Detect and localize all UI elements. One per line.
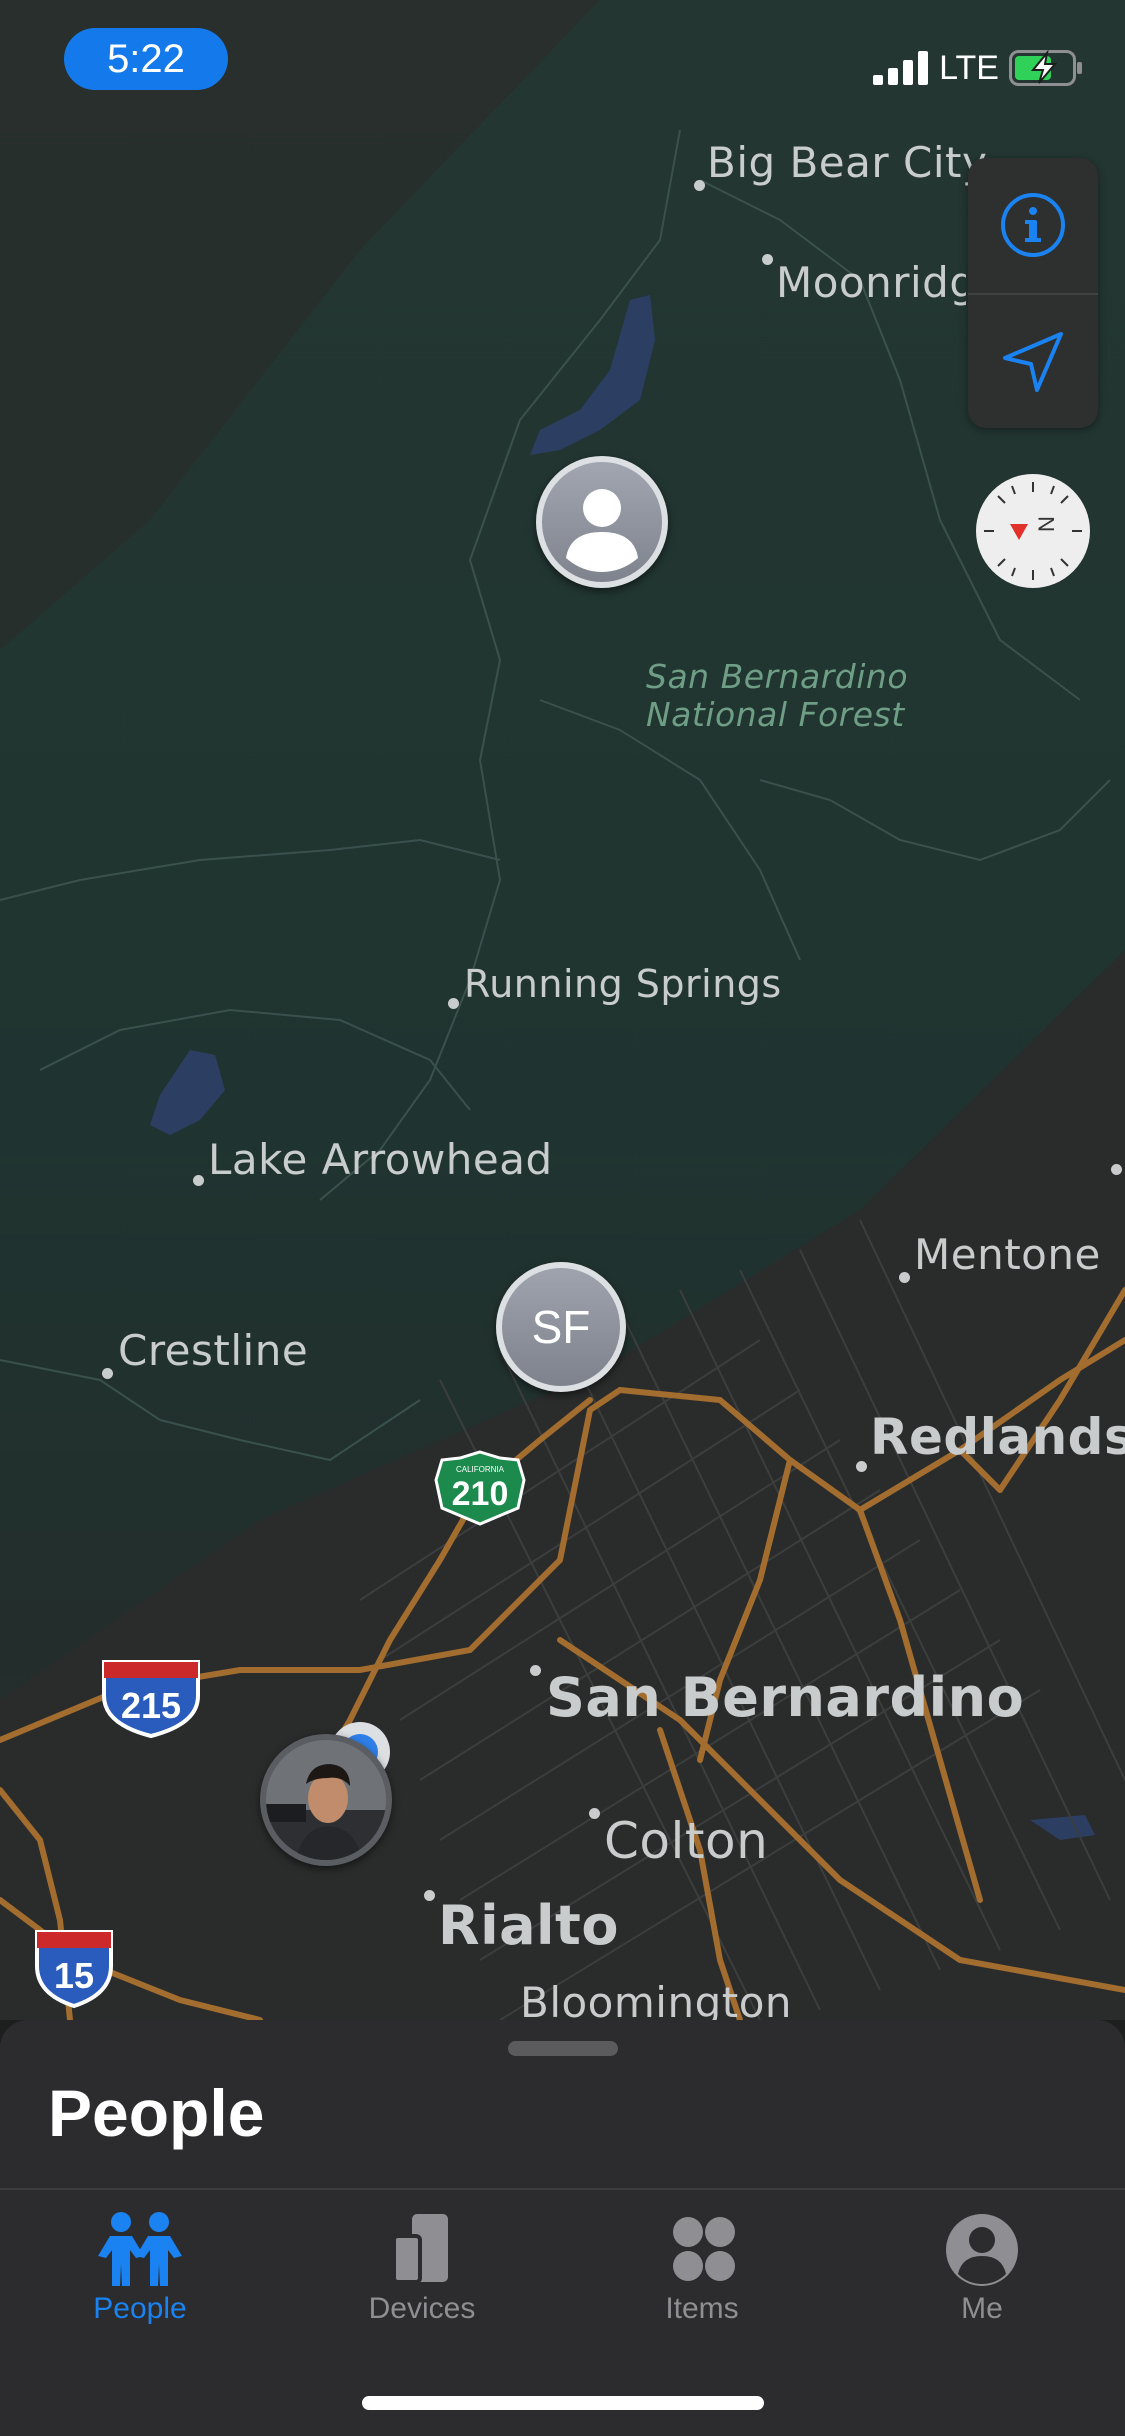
place-label-lake-arrowhead[interactable]: Lake Arrowhead: [208, 1135, 553, 1184]
tab-items[interactable]: Items: [602, 2200, 802, 2340]
svg-text:N: N: [1034, 516, 1059, 532]
home-indicator[interactable]: [362, 2396, 764, 2410]
person-pin-photo[interactable]: [260, 1734, 392, 1866]
compass-icon: N: [984, 482, 1082, 580]
person-pin-generic[interactable]: [536, 456, 668, 588]
place-dot: [856, 1461, 867, 1472]
place-dot: [424, 1890, 435, 1901]
forest-line-2: National Forest: [646, 695, 905, 734]
shield-label-15: 15: [54, 1955, 94, 1996]
place-label-redlands[interactable]: Redlands: [870, 1408, 1125, 1466]
status-time: 5:22: [64, 28, 228, 90]
sf-initials: SF: [502, 1268, 620, 1386]
me-icon: [932, 2210, 1032, 2290]
place-dot: [1111, 1164, 1122, 1175]
avatar-photo: [266, 1740, 386, 1860]
person-silhouette-icon: [542, 462, 662, 582]
people-icon: [90, 2210, 190, 2290]
place-label-rialto[interactable]: Rialto: [438, 1894, 619, 1957]
place-dot: [530, 1665, 541, 1676]
place-label-san-bernardino[interactable]: San Bernardino: [546, 1666, 1024, 1729]
tabbar-divider: [0, 2188, 1125, 2190]
tab-devices[interactable]: Devices: [322, 2200, 522, 2340]
tab-me-label: Me: [961, 2292, 1003, 2325]
compass-button[interactable]: N: [976, 474, 1090, 588]
place-dot: [102, 1368, 113, 1379]
forest-line-1: San Bernardino: [646, 657, 909, 696]
person-pin-sf[interactable]: SF: [496, 1262, 626, 1392]
tab-people-label: People: [93, 2292, 187, 2325]
info-button[interactable]: [968, 158, 1098, 291]
place-label-colton[interactable]: Colton: [604, 1812, 768, 1870]
tab-items-label: Items: [665, 2292, 739, 2325]
sheet-grabber[interactable]: [508, 2041, 618, 2056]
tab-me[interactable]: Me: [882, 2200, 1082, 2340]
place-label-crestline[interactable]: Crestline: [118, 1326, 308, 1375]
battery-charging-icon: [1009, 50, 1082, 86]
shield-top-text: CALIFORNIA: [456, 1465, 505, 1474]
locate-me-button[interactable]: [968, 295, 1098, 428]
place-label-national-forest[interactable]: San Bernardino National Forest: [646, 658, 908, 734]
location-arrow-icon: [1003, 331, 1063, 392]
place-label-running-springs[interactable]: Running Springs: [464, 962, 782, 1006]
map-controls: [968, 158, 1098, 428]
tab-people[interactable]: People: [40, 2200, 240, 2340]
network-type: LTE: [939, 48, 999, 87]
shield-label-210: 210: [452, 1475, 509, 1513]
place-dot: [899, 1272, 910, 1283]
place-dot: [448, 998, 459, 1009]
signal-icon: [873, 51, 929, 85]
place-label-moonridge[interactable]: Moonridge: [776, 258, 966, 307]
shield-i-215: 215: [102, 1660, 200, 1739]
shield-ca-210: CALIFORNIA 210: [434, 1450, 526, 1526]
place-dot: [762, 254, 773, 265]
sheet-title: People: [48, 2076, 265, 2150]
place-label-big-bear-city[interactable]: Big Bear City: [707, 138, 1007, 187]
place-dot: [694, 180, 705, 191]
info-icon: [1001, 192, 1065, 257]
place-label-bloomington[interactable]: Bloomington: [520, 1978, 792, 2020]
place-label-mentone[interactable]: Mentone: [914, 1230, 1101, 1279]
shield-label-215: 215: [121, 1685, 181, 1726]
shield-i-15: 15: [35, 1930, 113, 2009]
items-icon: [652, 2210, 752, 2290]
place-dot: [589, 1808, 600, 1819]
place-dot: [193, 1175, 204, 1186]
status-right: LTE: [873, 48, 1083, 88]
devices-icon: [372, 2210, 472, 2290]
tab-devices-label: Devices: [368, 2292, 476, 2325]
